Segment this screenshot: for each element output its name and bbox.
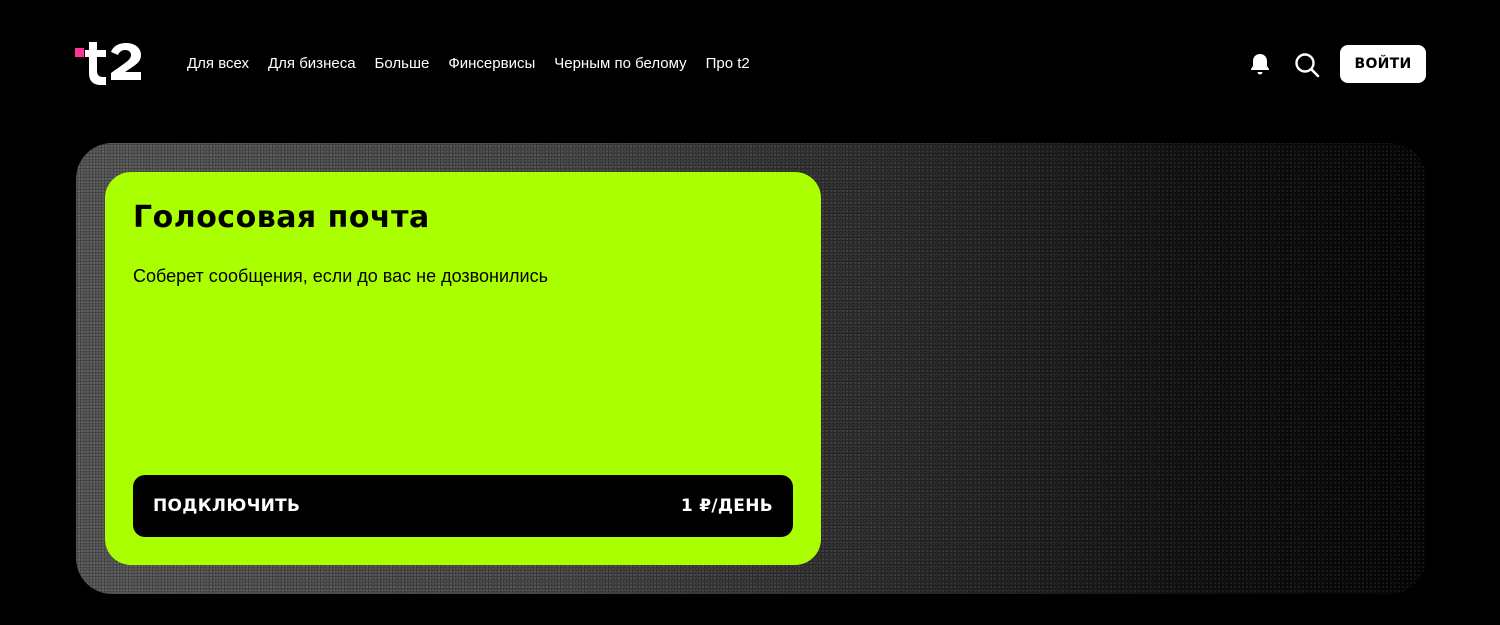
site-header: Для всех Для бизнеса Больше Финсервисы Ч… bbox=[0, 0, 1500, 130]
nav-item-for-all[interactable]: Для всех bbox=[187, 54, 249, 74]
nav-item-black-on-white[interactable]: Черным по белому bbox=[554, 54, 686, 74]
card-title: Голосовая почта bbox=[133, 200, 430, 235]
t2-logo[interactable] bbox=[75, 38, 145, 88]
search-icon[interactable] bbox=[1294, 52, 1320, 78]
voicemail-card: Голосовая почта Соберет сообщения, если … bbox=[105, 172, 821, 565]
bell-icon[interactable] bbox=[1248, 52, 1272, 76]
nav-item-about-t2[interactable]: Про t2 bbox=[706, 54, 750, 74]
nav-item-finservices[interactable]: Финсервисы bbox=[448, 54, 535, 74]
main-nav: Для всех Для бизнеса Больше Финсервисы Ч… bbox=[187, 54, 769, 74]
login-button[interactable]: ВОЙТИ bbox=[1340, 45, 1426, 83]
price-label: 1 ₽/ДЕНЬ bbox=[680, 496, 773, 516]
card-description: Соберет сообщения, если до вас не дозвон… bbox=[133, 266, 548, 286]
connect-button[interactable]: ПОДКЛЮЧИТЬ 1 ₽/ДЕНЬ bbox=[133, 475, 793, 537]
connect-button-label: ПОДКЛЮЧИТЬ bbox=[153, 496, 301, 516]
nav-item-more[interactable]: Больше bbox=[375, 54, 430, 74]
nav-item-business[interactable]: Для бизнеса bbox=[268, 54, 356, 74]
